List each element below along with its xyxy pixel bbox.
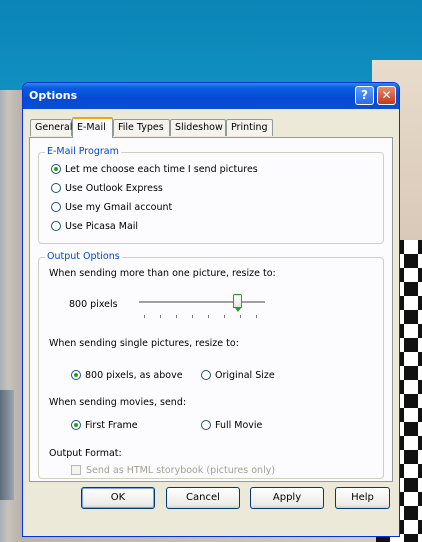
radio-label: Use Picasa Mail [65,221,139,232]
radio-original-size[interactable]: Original Size [201,370,275,381]
output-format-label: Output Format: [49,448,122,459]
radio-gmail-account[interactable]: Use my Gmail account [51,202,172,213]
radio-picasa-mail[interactable]: Use Picasa Mail [51,221,138,232]
slider-tick [256,315,257,318]
slider-tick [176,315,177,318]
title-bar[interactable]: Options ? ✕ [23,83,399,109]
radio-button[interactable] [51,221,61,231]
radio-label: Full Movie [215,420,263,431]
radio-button[interactable] [51,183,61,193]
cancel-button[interactable]: Cancel [166,487,240,509]
tab-slideshow[interactable]: Slideshow [170,119,226,136]
output-options-group: Output Options When sending more than on… [38,251,384,479]
radio-800-as-above[interactable]: 800 pixels, as above [71,370,183,381]
radio-label: First Frame [85,420,138,431]
radio-label: Use my Gmail account [65,202,173,213]
slider-tick [208,315,209,318]
resize-slider[interactable] [139,291,269,321]
radio-first-frame[interactable]: First Frame [71,420,138,431]
question-icon: ? [361,88,368,102]
help-title-button[interactable]: ? [355,86,374,105]
radio-let-me-choose[interactable]: Let me choose each time I send pictures [51,164,258,175]
email-tab-panel: E-Mail Program Let me choose each time I… [29,137,393,482]
radio-button[interactable] [71,370,81,380]
radio-label: Original Size [215,370,275,381]
tab-printing[interactable]: Printing [226,119,273,136]
slider-tick [240,315,241,318]
tab-file-types[interactable]: File Types [113,119,170,136]
movies-label: When sending movies, send: [49,397,187,408]
desktop-background-car [0,390,14,500]
desktop-background-sky [0,0,422,90]
output-options-legend: Output Options [45,251,122,262]
radio-button[interactable] [71,420,81,430]
radio-button[interactable] [201,420,211,430]
tab-general[interactable]: General [30,119,72,136]
radio-full-movie[interactable]: Full Movie [201,420,262,431]
radio-label: Use Outlook Express [65,183,163,194]
options-dialog: Options ? ✕ General E-Mail File Types Sl… [22,82,400,537]
slider-track [139,301,265,304]
radio-label: Let me choose each time I send pictures [65,164,258,175]
slider-tick [224,315,225,318]
window-title: Options [29,89,78,102]
radio-button[interactable] [201,370,211,380]
email-program-group: E-Mail Program Let me choose each time I… [38,146,384,244]
slider-tick [144,315,145,318]
multi-resize-label: When sending more than one picture, resi… [49,268,276,279]
close-icon: ✕ [381,88,392,102]
slider-tick [160,315,161,318]
apply-button[interactable]: Apply [250,487,324,509]
single-resize-label: When sending single pictures, resize to: [49,338,239,349]
slider-tick [192,315,193,318]
slider-thumb[interactable] [233,294,242,312]
storybook-checkbox-row: Send as HTML storybook (pictures only) [71,465,275,476]
ok-button[interactable]: OK [81,487,155,509]
radio-outlook-express[interactable]: Use Outlook Express [51,183,163,194]
radio-button[interactable] [51,202,61,212]
help-button[interactable]: Help [335,487,390,509]
email-program-legend: E-Mail Program [45,146,121,157]
storybook-checkbox [71,465,81,475]
radio-label: 800 pixels, as above [85,370,183,381]
tab-email[interactable]: E-Mail [72,117,113,138]
slider-value-label: 800 pixels [69,299,118,310]
close-button[interactable]: ✕ [377,86,396,105]
storybook-label: Send as HTML storybook (pictures only) [86,465,276,476]
radio-button[interactable] [51,164,61,174]
